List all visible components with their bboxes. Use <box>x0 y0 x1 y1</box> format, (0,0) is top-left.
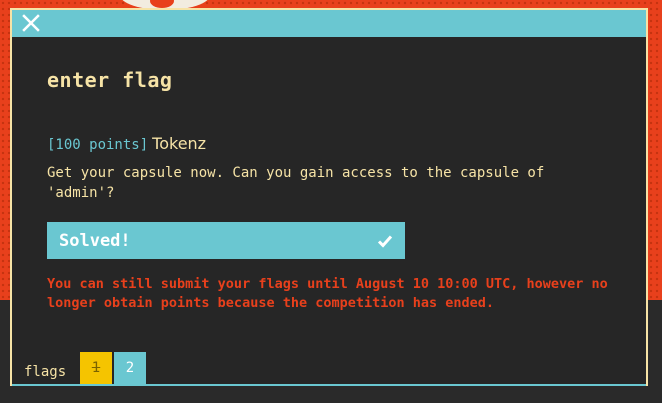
check-icon <box>377 235 393 248</box>
tab-flag-2-label: 2 <box>125 360 135 376</box>
solved-label: Solved! <box>59 230 131 251</box>
solved-status-bar: Solved! <box>47 222 405 259</box>
modal-header <box>12 10 646 37</box>
flag-tabs: flags 1 2 <box>12 352 646 386</box>
tab-flag-1-label: 1 <box>91 360 101 376</box>
challenge-name: Tokenz <box>152 134 207 153</box>
modal-title: enter flag <box>47 68 173 92</box>
flag-modal: enter flag [100 points] Tokenz Get your c… <box>10 8 648 386</box>
tab-flag-2[interactable]: 2 <box>114 352 146 384</box>
challenge-heading: [100 points] Tokenz <box>47 134 206 153</box>
challenge-points: [100 points] <box>47 137 149 153</box>
tab-underline <box>12 384 646 386</box>
flags-label: flags <box>24 364 67 380</box>
competition-ended-notice: You can still submit your flags until Au… <box>47 276 608 311</box>
challenge-description: Get your capsule now. Can you gain acces… <box>47 165 545 201</box>
tab-flag-1[interactable]: 1 <box>80 352 112 384</box>
close-icon[interactable] <box>20 12 42 34</box>
